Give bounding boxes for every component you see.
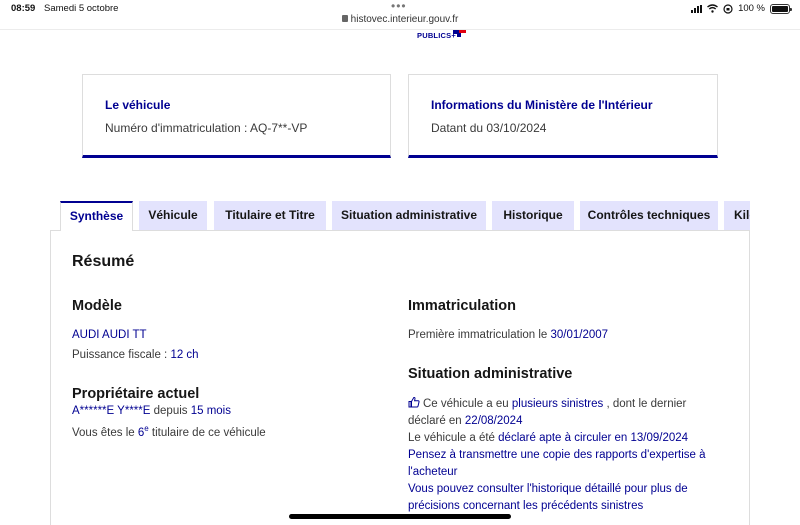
- tab-historique[interactable]: Historique: [492, 201, 574, 230]
- signal-icon: [691, 4, 703, 13]
- owner-since-label: depuis: [150, 405, 191, 417]
- model-name: AUDI AUDI TT: [72, 327, 147, 344]
- tab-bar: Synthèse Véhicule Titulaire et Titre Sit…: [60, 201, 750, 231]
- address-bar[interactable]: histovec.interieur.gouv.fr: [0, 14, 800, 25]
- owner-duration: 15 mois: [190, 405, 231, 417]
- fiscal-power: Puissance fiscale : 12 ch: [72, 347, 199, 364]
- claims-line: Ce véhicule a eu plusieurs sinistres , d…: [408, 396, 686, 413]
- tab-kilometrage[interactable]: Kilo: [724, 201, 750, 230]
- owner-rank-suffix: titulaire de ce véhicule: [148, 426, 266, 439]
- claims-text-b: , dont le dernier: [603, 398, 687, 410]
- clock: 08:59: [11, 3, 36, 14]
- logo-mark-icon: [453, 30, 467, 37]
- model-heading: Modèle: [72, 298, 122, 314]
- ministry-card-title: Informations du Ministère de l'Intérieur: [431, 98, 653, 112]
- wifi-icon: [707, 4, 718, 13]
- fiscal-power-label: Puissance fiscale :: [72, 349, 171, 361]
- claims-date: 22/08/2024: [464, 415, 523, 427]
- history-advice-line2[interactable]: précisions concernant les précédents sin…: [408, 498, 643, 515]
- url-text: histovec.interieur.gouv.fr: [350, 14, 459, 25]
- system-indicators: 100 %: [691, 3, 792, 14]
- admin-situation-heading: Situation administrative: [408, 366, 573, 382]
- owner-rank-number: 6e: [138, 424, 149, 439]
- tab-situation-administrative[interactable]: Situation administrative: [332, 201, 486, 230]
- orientation-lock-icon: [723, 3, 733, 14]
- thumbs-up-icon: [408, 396, 420, 408]
- first-registration-date: 30/01/2007: [550, 329, 609, 341]
- home-indicator[interactable]: [289, 514, 511, 519]
- owner-rank-prefix: Vous êtes le: [72, 426, 138, 439]
- multitask-dots-icon[interactable]: •••: [391, 0, 407, 12]
- roadworthy-label: Le véhicule a été: [408, 432, 499, 444]
- first-registration-label: Première immatriculation le: [408, 329, 551, 341]
- tab-titulaire[interactable]: Titulaire et Titre: [214, 201, 326, 230]
- roadworthy-link[interactable]: déclaré apte à circuler en 13/09/2024: [498, 432, 688, 444]
- owner-heading: Propriétaire actuel: [72, 386, 200, 402]
- summary-heading: Résumé: [72, 253, 135, 270]
- tab-synthese[interactable]: Synthèse: [60, 201, 133, 231]
- owner-rank: Vous êtes le 6e titulaire de ce véhicule: [72, 420, 266, 442]
- claims-link[interactable]: plusieurs sinistres: [512, 398, 603, 410]
- browser-status-bar: 08:59 Samedi 5 octobre ••• histovec.inte…: [0, 0, 800, 30]
- first-registration: Première immatriculation le 30/01/2007: [408, 327, 608, 344]
- lock-icon: [341, 15, 348, 22]
- ministry-card: Informations du Ministère de l'Intérieur…: [408, 74, 718, 158]
- owner-name: A******E Y****E: [72, 405, 151, 417]
- battery-icon: [770, 3, 792, 14]
- registration-heading: Immatriculation: [408, 298, 516, 314]
- tab-vehicule[interactable]: Véhicule: [139, 201, 207, 230]
- claims-date-label: déclaré en: [408, 415, 465, 427]
- history-advice-line1[interactable]: Vous pouvez consulter l'historique détai…: [408, 481, 688, 498]
- registration-number: Numéro d'immatriculation : AQ-7**-VP: [105, 121, 308, 135]
- owner-line: A******E Y****E depuis 15 mois: [72, 403, 231, 420]
- claims-date-line: déclaré en 22/08/2024: [408, 413, 522, 430]
- ministry-date: Datant du 03/10/2024: [431, 121, 547, 135]
- battery-percent: 100 %: [738, 3, 765, 14]
- claims-text-a: Ce véhicule a eu: [423, 398, 512, 410]
- logo-text: PUBLICS+: [417, 31, 456, 40]
- expertise-advice-line1: Pensez à transmettre une copie des rappo…: [408, 449, 706, 461]
- fiscal-power-value: 12 ch: [170, 349, 199, 361]
- model-name-value: AUDI AUDI TT: [72, 329, 147, 341]
- roadworthy-line: Le véhicule a été déclaré apte à circule…: [408, 430, 688, 447]
- vehicle-card: Le véhicule Numéro d'immatriculation : A…: [82, 74, 391, 158]
- date: Samedi 5 octobre: [44, 3, 119, 14]
- tab-controles-techniques[interactable]: Contrôles techniques: [580, 201, 718, 230]
- vehicle-card-title: Le véhicule: [105, 98, 171, 112]
- expertise-advice-line2: l'acheteur: [408, 466, 458, 478]
